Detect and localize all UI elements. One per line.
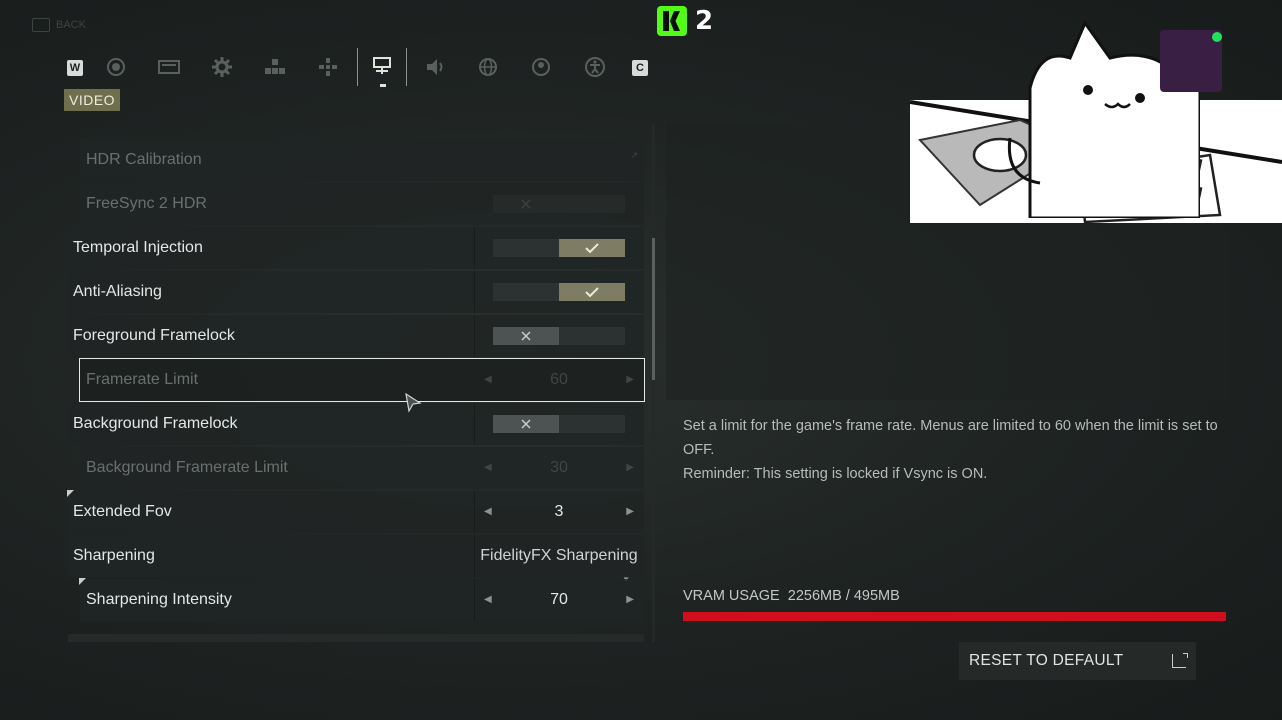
setting-row-sharpening-intensity[interactable]: Sharpening Intensity ◀ 70 ▶ bbox=[79, 578, 644, 621]
vram-usage-label: VRAM USAGE 2256MB / 495MB bbox=[683, 588, 900, 604]
arrow-right-icon[interactable]: ▶ bbox=[626, 359, 634, 401]
section-title: VIDEO bbox=[64, 89, 121, 111]
setting-row-background-framelock[interactable]: Background Framelock bbox=[68, 403, 644, 445]
check-icon bbox=[585, 243, 599, 254]
video-settings-icon bbox=[373, 57, 391, 74]
reset-key-icon bbox=[1172, 653, 1188, 668]
settings-tab-bar: W C bbox=[60, 48, 660, 87]
tab-audio[interactable] bbox=[410, 48, 460, 86]
keyboard-icon bbox=[265, 59, 285, 74]
setting-row-foreground-framelock[interactable]: Foreground Framelock bbox=[68, 315, 644, 357]
arrow-right-icon[interactable]: ▶ bbox=[626, 491, 634, 533]
kick-logo-icon bbox=[657, 6, 687, 36]
setting-label: HDR Calibration bbox=[86, 151, 202, 168]
setting-label: Sharpening bbox=[73, 547, 155, 564]
accessibility-icon bbox=[585, 57, 605, 77]
reset-label: RESET TO DEFAULT bbox=[969, 652, 1124, 669]
vram-value-text: 2256MB / 495MB bbox=[787, 588, 900, 604]
setting-label: Framerate Limit bbox=[86, 371, 199, 388]
settings-list: HDR Calibration ↗ FreeSync 2 HDR Tempora… bbox=[67, 124, 645, 642]
dropdown-value: FidelityFX Sharpening bbox=[480, 547, 638, 564]
temporal-injection-toggle[interactable] bbox=[493, 239, 625, 257]
external-link-icon: ↗ bbox=[630, 150, 638, 160]
setting-label: Background Framelock bbox=[73, 415, 238, 432]
description-line: Reminder: This setting is locked if Vsyn… bbox=[683, 466, 988, 482]
setting-row-background-framerate-limit[interactable]: Background Framerate Limit ◀ 30 ▶ bbox=[80, 447, 644, 489]
setting-row-sharpening[interactable]: Sharpening FidelityFX Sharpening ▼ bbox=[68, 535, 644, 584]
monitor-icon bbox=[158, 60, 180, 74]
setting-description: Set a limit for the game's frame rate. M… bbox=[683, 414, 1223, 486]
x-icon bbox=[521, 419, 531, 429]
setting-label: Sharpening Intensity bbox=[86, 591, 232, 608]
modified-marker-icon bbox=[79, 578, 86, 585]
stream-count: 2 bbox=[695, 6, 714, 36]
stream-badge: 2 bbox=[657, 6, 713, 36]
tab-gameplay[interactable] bbox=[197, 48, 247, 86]
setting-label: Anti-Aliasing bbox=[73, 283, 162, 300]
sharpening-intensity-stepper[interactable]: ◀ 70 ▶ bbox=[480, 579, 638, 621]
tab-accessibility[interactable] bbox=[570, 48, 620, 86]
mouse-cursor-icon bbox=[405, 393, 422, 413]
speaker-icon bbox=[427, 59, 443, 75]
online-status-icon bbox=[1212, 32, 1222, 42]
tab-controller[interactable] bbox=[303, 48, 353, 86]
x-icon bbox=[521, 199, 531, 209]
reset-to-default-button[interactable]: RESET TO DEFAULT bbox=[959, 642, 1196, 680]
extended-fov-stepper[interactable]: ◀ 3 ▶ bbox=[480, 491, 638, 533]
setting-row-temporal-injection[interactable]: Temporal Injection bbox=[68, 227, 644, 269]
setting-row-hdr-calibration[interactable]: HDR Calibration ↗ bbox=[80, 139, 644, 181]
vram-label-text: VRAM USAGE bbox=[683, 588, 780, 604]
globe-icon bbox=[479, 58, 497, 76]
setting-row-freesync[interactable]: FreeSync 2 HDR bbox=[80, 183, 644, 225]
back-button[interactable]: BACK bbox=[32, 18, 86, 32]
setting-row-framerate-limit[interactable]: Framerate Limit ◀ 60 ▶ bbox=[79, 358, 645, 402]
arrow-right-icon[interactable]: ▶ bbox=[626, 579, 634, 621]
scrollbar-track[interactable] bbox=[652, 124, 655, 642]
sharpening-dropdown[interactable]: FidelityFX Sharpening ▼ bbox=[480, 535, 638, 584]
freesync-toggle[interactable] bbox=[493, 195, 625, 213]
tab-display[interactable] bbox=[144, 48, 194, 86]
framerate-limit-stepper[interactable]: ◀ 60 ▶ bbox=[480, 359, 638, 401]
gear-icon bbox=[212, 57, 232, 77]
x-icon bbox=[521, 331, 531, 341]
setting-label: Foreground Framelock bbox=[73, 327, 235, 344]
tab-keybinds[interactable] bbox=[250, 48, 300, 86]
setting-row-anti-aliasing[interactable]: Anti-Aliasing bbox=[68, 271, 644, 313]
check-icon bbox=[585, 287, 599, 298]
stepper-value: 3 bbox=[554, 503, 564, 520]
back-label: BACK bbox=[56, 19, 86, 31]
circle-icon bbox=[107, 58, 125, 76]
back-key-icon bbox=[32, 18, 50, 32]
left-bumper-key[interactable]: W bbox=[67, 60, 83, 76]
background-framelock-toggle[interactable] bbox=[493, 415, 625, 433]
person-icon bbox=[532, 58, 550, 76]
right-bumper-key[interactable]: C bbox=[632, 60, 648, 76]
setting-row-extended-fov[interactable]: Extended Fov ◀ 3 ▶ bbox=[67, 490, 644, 533]
vram-usage-bar bbox=[683, 612, 1226, 621]
tab-video[interactable] bbox=[357, 48, 407, 87]
list-fade-edge bbox=[68, 634, 644, 642]
dpad-icon bbox=[319, 58, 337, 76]
scrollbar-thumb[interactable] bbox=[652, 238, 655, 380]
tab-social[interactable] bbox=[516, 48, 566, 86]
tab-network[interactable] bbox=[463, 48, 513, 86]
tab-general[interactable] bbox=[91, 48, 141, 86]
stepper-value: 30 bbox=[550, 459, 568, 476]
setting-label: Background Framerate Limit bbox=[86, 459, 288, 476]
stepper-value: 60 bbox=[550, 371, 568, 388]
background-framerate-stepper[interactable]: ◀ 30 ▶ bbox=[480, 447, 638, 489]
anti-aliasing-toggle[interactable] bbox=[493, 283, 625, 301]
stepper-value: 70 bbox=[550, 591, 568, 608]
foreground-framelock-toggle[interactable] bbox=[493, 327, 625, 345]
setting-label: Temporal Injection bbox=[73, 239, 203, 256]
arrow-right-icon[interactable]: ▶ bbox=[626, 447, 634, 489]
setting-label: FreeSync 2 HDR bbox=[86, 195, 207, 212]
setting-label: Extended Fov bbox=[73, 503, 172, 520]
description-line: Set a limit for the game's frame rate. M… bbox=[683, 418, 1218, 458]
